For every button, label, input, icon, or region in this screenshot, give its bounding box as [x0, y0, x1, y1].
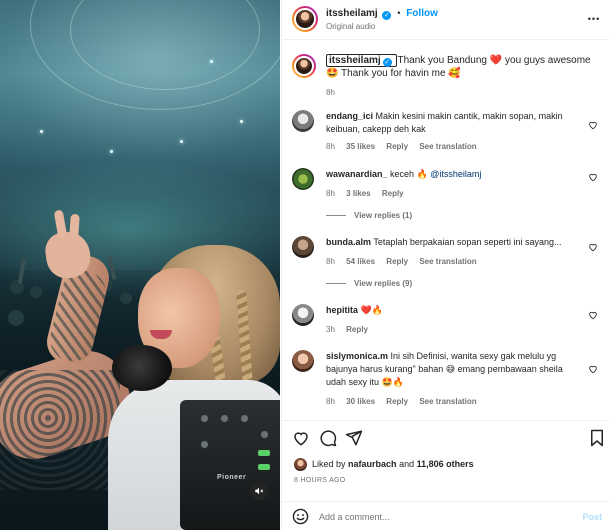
liked-by-text: Liked by nafaurbach and 11,806 others — [312, 459, 474, 469]
reply-button[interactable]: Reply — [386, 257, 408, 266]
ceiling-light — [210, 60, 213, 63]
liked-by-prefix: Liked by — [312, 459, 346, 469]
comment-avatar[interactable] — [292, 110, 314, 132]
caption-text-block: itssheilamj ✓ Thank you Bandung ❤️ you gu… — [326, 54, 596, 99]
comment-avatar[interactable] — [292, 236, 314, 258]
share-icon[interactable] — [345, 429, 363, 447]
tattoo — [0, 370, 120, 490]
liked-by-user[interactable]: nafaurbach — [348, 459, 397, 469]
ceiling-light — [240, 120, 243, 123]
liked-by-avatar[interactable] — [294, 458, 307, 471]
comment-likes[interactable]: 30 likes — [346, 397, 375, 406]
see-translation-button[interactable]: See translation — [419, 142, 476, 151]
comment-avatar[interactable] — [292, 168, 314, 190]
ceiling-light — [40, 130, 43, 133]
comment-username[interactable]: wawanardian_ — [326, 169, 388, 179]
heart-icon[interactable] — [588, 310, 598, 320]
finger — [69, 213, 80, 239]
post-video[interactable]: Pioneer — [0, 0, 280, 530]
comment-meta: 8h 30 likes Reply See translation — [326, 395, 574, 408]
mute-icon — [255, 487, 264, 495]
headphones — [112, 345, 172, 391]
comment-body: wawanardian_ keceh 🔥 @itssheilamj 8h 3 l… — [326, 168, 574, 200]
bookmark-icon[interactable] — [588, 429, 606, 447]
header-title-row: itssheilamj ✓ • Follow — [326, 8, 438, 20]
comment-likes[interactable]: 54 likes — [346, 257, 375, 266]
caption-time: 8h — [326, 88, 335, 97]
add-comment-bar: Post — [282, 501, 609, 530]
comment-username[interactable]: sislymonica.m — [326, 351, 388, 361]
comment-time: 8h — [326, 189, 335, 198]
heart-icon[interactable] — [588, 364, 598, 374]
mention-link[interactable]: @itssheilamj — [430, 169, 481, 179]
see-translation-button[interactable]: See translation — [419, 257, 476, 266]
post-actions: Liked by nafaurbach and 11,806 others 8 … — [282, 420, 609, 530]
comment-avatar[interactable] — [292, 304, 314, 326]
ceiling-light — [180, 140, 183, 143]
heart-icon[interactable] — [292, 429, 310, 447]
post-comment-button[interactable]: Post — [582, 512, 602, 522]
comment-meta: 8h 54 likes Reply See translation — [326, 255, 574, 268]
comment-time: 8h — [326, 142, 335, 151]
comment-text: ❤️🔥 — [360, 305, 383, 315]
heart-icon[interactable] — [588, 172, 598, 182]
post-details-panel: itssheilamj ✓ • Follow Original audio ••… — [281, 0, 609, 530]
post-time[interactable]: 8 HOURS AGO — [294, 477, 346, 484]
reply-button[interactable]: Reply — [382, 189, 404, 198]
verified-badge-icon: ✓ — [382, 11, 392, 20]
reply-button[interactable]: Reply — [386, 142, 408, 151]
see-translation-button[interactable]: See translation — [419, 397, 476, 406]
mute-button[interactable] — [250, 482, 268, 500]
ceiling-light — [110, 150, 113, 153]
comment-text: keceh 🔥 @itssheilamj — [390, 169, 482, 179]
comment-time: 3h — [326, 325, 335, 334]
comment-body: hepitita ❤️🔥 3h Reply — [326, 304, 574, 336]
comment-time: 8h — [326, 257, 335, 266]
reply-button[interactable]: Reply — [346, 325, 368, 334]
comment-avatar[interactable] — [292, 350, 314, 372]
comment-text: Tetaplah berpakaian sopan seperti ini sa… — [373, 237, 562, 247]
separator-dot: • — [397, 8, 401, 18]
comment-body: sislymonica.m Ini sih Definisi, wanita s… — [326, 350, 574, 408]
comment-input[interactable] — [319, 512, 559, 522]
view-replies-button[interactable]: View replies (9) — [326, 279, 412, 288]
caption-avatar[interactable] — [292, 54, 316, 78]
author-avatar[interactable] — [292, 6, 318, 32]
post-header: itssheilamj ✓ • Follow Original audio ••… — [282, 0, 609, 40]
more-options-button[interactable]: ••• — [586, 13, 602, 24]
caption-username[interactable]: itssheilamj ✓ — [326, 54, 398, 67]
comment-username[interactable]: hepitita — [326, 305, 358, 315]
comment-username[interactable]: endang_ici — [326, 111, 373, 121]
view-replies-button[interactable]: View replies (1) — [326, 211, 412, 220]
reply-button[interactable]: Reply — [386, 397, 408, 406]
verified-badge-icon: ✓ — [382, 58, 392, 67]
emoji-icon[interactable] — [292, 508, 309, 525]
instagram-post-view: Pioneer itssheilamj ✓ • Follow Original … — [0, 0, 609, 530]
comment-meta: 8h 3 likes Reply — [326, 187, 574, 200]
comment-body: bunda.alm Tetaplah berpakaian sopan sepe… — [326, 236, 574, 268]
follow-button[interactable]: Follow — [406, 8, 438, 19]
brand-label: Pioneer — [217, 474, 247, 481]
more-icon: ••• — [587, 14, 601, 24]
comment-time: 8h — [326, 397, 335, 406]
comment-meta: 3h Reply — [326, 323, 574, 336]
comment-icon[interactable] — [319, 429, 337, 447]
comment-likes[interactable]: 35 likes — [346, 142, 375, 151]
heart-icon[interactable] — [588, 120, 598, 130]
comment-username[interactable]: bunda.alm — [326, 237, 371, 247]
likes-count[interactable]: 11,806 others — [417, 459, 474, 469]
dj-deck — [180, 400, 280, 530]
author-username[interactable]: itssheilamj — [326, 8, 378, 19]
audio-label[interactable]: Original audio — [326, 22, 375, 31]
heart-icon[interactable] — [588, 242, 598, 252]
comment-body: endang_ici Makin kesini makin cantik, ma… — [326, 110, 574, 153]
comment-meta: 8h 35 likes Reply See translation — [326, 140, 574, 153]
comment-likes[interactable]: 3 likes — [346, 189, 370, 198]
caption-username-text: itssheilamj — [329, 55, 381, 66]
liked-by-and: and — [399, 459, 415, 469]
